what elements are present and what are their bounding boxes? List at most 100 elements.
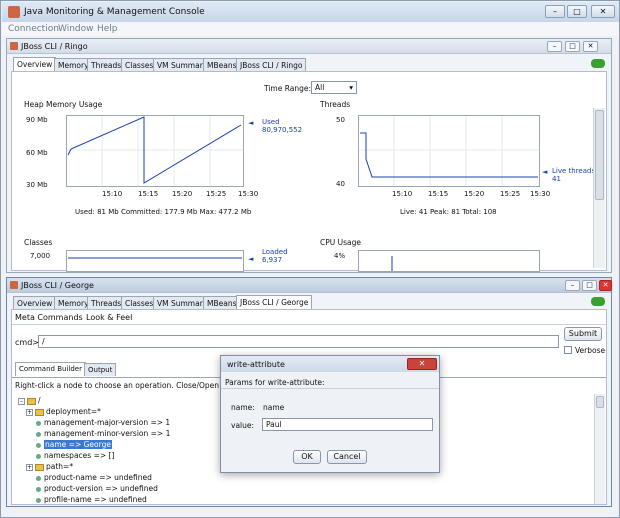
ringo-tab-mbeans[interactable]: MBeans [203,58,241,71]
george-frame-title: JBoss CLI / George [21,281,94,290]
tree-node-leaf-selected[interactable]: name => George [36,440,112,449]
legend-arrow-icon: ◄ [248,255,254,263]
name-param-label: name: [231,403,255,412]
threads-legend-label: Live threads [552,167,596,175]
tree-node-leaf[interactable]: management-major-version => 1 [36,418,170,427]
expand-icon[interactable]: + [26,408,33,416]
tree-node-leaf[interactable]: product-version => undefined [36,484,158,493]
classes-chart-title: Classes [24,238,53,247]
ringo-tab-jboss-cli[interactable]: JBoss CLI / Ringo [236,58,307,71]
ringo-tab-classes[interactable]: Classes [121,58,158,71]
heap-legend-label: Used [262,118,280,126]
george-maximize-button[interactable]: □ [582,280,597,291]
dialog-titlebar[interactable]: write-attribute ✕ [221,356,439,372]
dialog-title: write-attribute [227,360,285,369]
tree-node-label: namespaces => [] [44,451,115,460]
attribute-icon [36,442,41,448]
ringo-frame-titlebar[interactable]: JBoss CLI / Ringo – □ ✕ [7,39,611,54]
java-app-icon [8,6,20,18]
threads-xtick: 15:15 [428,190,449,198]
heap-stats: Used: 81 Mb Committed: 177.9 Mb Max: 477… [75,208,252,216]
menu-meta-commands[interactable]: Meta Commands [15,313,83,322]
verbose-checkbox[interactable] [564,346,572,354]
title-bar[interactable]: Java Monitoring & Management Console – □… [2,2,619,22]
collapse-icon[interactable]: – [18,397,25,405]
subtab-command-builder[interactable]: Command Builder [15,362,86,376]
submit-button[interactable]: Submit [564,327,602,341]
subtab-output[interactable]: Output [84,363,117,376]
menu-bar: Connection Window Help [2,22,619,36]
george-frame-titlebar[interactable]: JBoss CLI / George – □ ✕ [7,278,612,293]
threads-plot [358,115,540,187]
threads-xtick: 15:30 [530,190,551,198]
tree-node-label: / [38,396,41,405]
attribute-icon [36,475,41,481]
time-range-select[interactable]: All ▾ [311,81,357,94]
menu-look-and-feel[interactable]: Look & Feel [86,313,132,322]
dialog-close-button[interactable]: ✕ [407,358,437,370]
verbose-label: Verbose [575,346,606,355]
value-param-input[interactable]: Paul [262,418,433,431]
minimize-button[interactable]: – [545,5,565,18]
tree-node-leaf[interactable]: management-minor-version => 1 [36,429,170,438]
ringo-maximize-button[interactable]: □ [565,41,580,52]
tree-node-leaf[interactable]: namespaces => [] [36,451,114,460]
ringo-frame: JBoss CLI / Ringo – □ ✕ Overview Memory … [6,38,612,273]
george-minimize-button[interactable]: – [565,280,580,291]
folder-icon [35,463,44,471]
george-close-button[interactable]: ✕ [599,280,612,291]
heap-xtick: 15:20 [172,190,193,198]
tree-node-label: path=* [46,462,74,471]
tree-node-label: management-major-version => 1 [44,418,171,427]
tree-node-label: name => George [44,440,112,449]
tree-node-leaf[interactable]: profile-name => undefined [36,495,147,504]
scrollbar-thumb[interactable] [595,110,604,200]
tree-node-root[interactable]: – / [18,396,41,405]
connected-icon [591,59,605,68]
close-button[interactable]: ✕ [591,5,615,18]
george-tab-threads[interactable]: Threads [87,296,126,309]
ringo-scrollbar[interactable] [593,108,605,268]
attribute-icon [36,486,41,492]
write-attribute-dialog: write-attribute ✕ Params for write-attri… [220,355,440,473]
ok-button[interactable]: OK [293,450,321,464]
attribute-icon [36,431,41,437]
expand-icon[interactable]: + [26,463,33,471]
ringo-tab-overview[interactable]: Overview [13,57,57,71]
ringo-minimize-button[interactable]: – [547,41,562,52]
value-param-label: value: [231,421,255,430]
tree-node-label: product-version => undefined [44,484,158,493]
scrollbar-thumb[interactable] [596,396,604,408]
menu-window[interactable]: Window [58,24,94,34]
george-tab-overview[interactable]: Overview [13,296,57,309]
dialog-divider [221,388,439,389]
threads-xtick: 15:25 [500,190,521,198]
ringo-tab-threads[interactable]: Threads [87,58,126,71]
threads-xtick: 15:10 [392,190,413,198]
ringo-close-button[interactable]: ✕ [583,41,598,52]
tree-scrollbar[interactable] [594,394,605,504]
time-range-value: All [315,83,325,92]
connected-icon [591,297,605,306]
cancel-button[interactable]: Cancel [327,450,367,464]
george-tab-jboss-cli[interactable]: JBoss CLI / George [236,295,313,309]
cmd-input[interactable]: / [38,335,559,348]
tree-node-deployment[interactable]: + deployment=* [26,407,101,416]
tree-node-path[interactable]: + path=* [26,462,73,471]
cmd-label: cmd> [15,338,39,347]
attribute-icon [36,497,41,503]
maximize-button[interactable]: □ [567,5,587,18]
threads-legend-value: 41 [552,175,561,183]
classes-legend-label: Loaded [262,248,288,256]
legend-arrow-icon: ◄ [542,168,548,176]
george-tab-classes[interactable]: Classes [121,296,158,309]
menu-connection[interactable]: Connection [8,24,59,34]
george-tab-mbeans[interactable]: MBeans [203,296,241,309]
main-window: Java Monitoring & Management Console – □… [0,0,620,518]
menu-help[interactable]: Help [97,24,118,34]
tree-node-leaf[interactable]: product-name => undefined [36,473,152,482]
heap-xtick: 15:10 [102,190,123,198]
threads-xtick: 15:20 [464,190,485,198]
tree-node-label: product-name => undefined [44,473,152,482]
heap-xtick: 15:25 [206,190,227,198]
